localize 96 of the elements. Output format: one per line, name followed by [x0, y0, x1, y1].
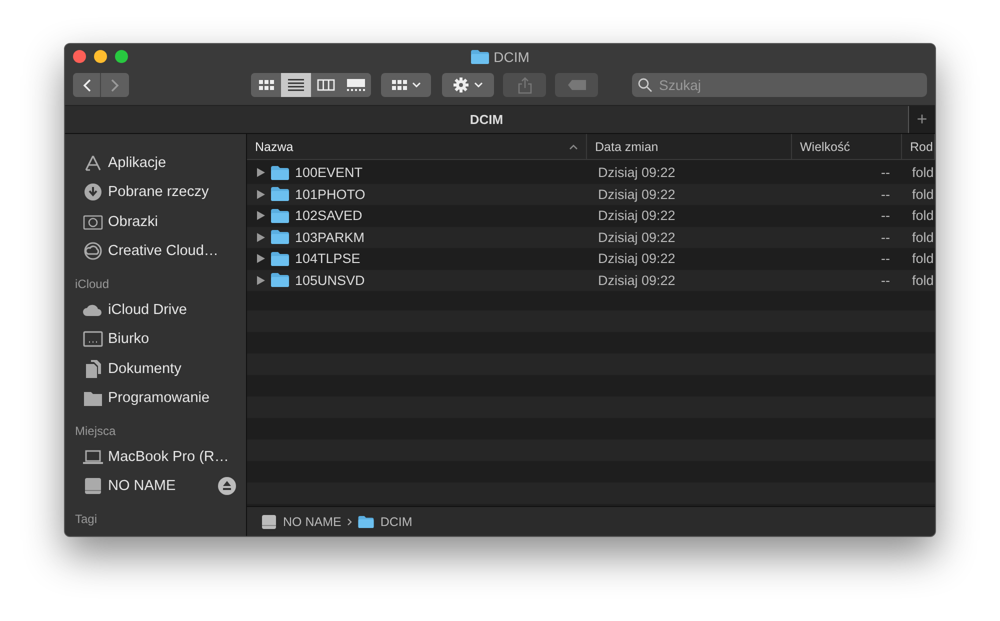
sidebar-item[interactable]: Creative Cloud… [108, 243, 218, 260]
icon-grid-icon [392, 80, 406, 90]
sidebar-item[interactable]: Biurko [108, 331, 150, 348]
tag-icon [568, 80, 586, 90]
chevron-left-icon [82, 78, 90, 92]
sidebar-section-title: iCloud [74, 276, 110, 293]
drive-icon [83, 477, 103, 496]
chevron-down-icon [474, 82, 483, 88]
sort-ascending-icon [569, 144, 578, 150]
sidebar-item[interactable]: Aplikacje [108, 154, 166, 171]
gallery-icon [347, 79, 365, 91]
sidebar-item[interactable]: Programowanie [108, 390, 210, 406]
size-cell-text: -- [880, 251, 891, 266]
search-input[interactable]: Szukaj [657, 76, 921, 94]
folder-icon [358, 516, 374, 528]
minimize-button[interactable] [94, 50, 107, 63]
file-name[interactable]: 103PARKM [295, 230, 365, 245]
sidebar-item[interactable]: Pobrane rzeczy [108, 184, 209, 200]
icon-grid-icon [258, 80, 274, 90]
close-button[interactable] [73, 50, 86, 63]
action-button[interactable] [442, 73, 494, 97]
sidebar-item[interactable]: Obrazki [108, 214, 158, 230]
file-name[interactable]: 102SAVED [295, 208, 362, 224]
date-cell-text: Dzisiaj 09:22 [597, 165, 676, 180]
size-cell-text: -- [880, 272, 891, 288]
file-name[interactable]: 104TLPSE [295, 251, 360, 266]
disclosure-triangle-icon[interactable] [257, 168, 265, 178]
date-cell-text: Dzisiaj 09:22 [597, 230, 676, 245]
gear-icon [453, 77, 469, 93]
folder-icon [470, 50, 489, 64]
file-name[interactable]: 100EVENT [295, 165, 363, 180]
kind-cell-text: fold [911, 165, 935, 180]
date-cell-text: Dzisiaj 09:22 [597, 186, 676, 202]
share-icon [518, 76, 532, 94]
creative-cloud-icon [83, 242, 103, 260]
file-name[interactable]: 101PHOTO [295, 186, 366, 202]
chevron-down-icon [412, 82, 420, 88]
kind-cell-text: fold [911, 272, 935, 288]
app-store-icon [83, 154, 103, 172]
download-icon [83, 183, 103, 202]
kind-cell-text: fold [911, 251, 935, 266]
list-icon [288, 79, 304, 91]
back-button[interactable] [73, 73, 101, 97]
view-mode-button[interactable] [311, 73, 341, 97]
folder-icon [271, 166, 289, 180]
path-item[interactable]: DCIM [380, 514, 412, 528]
folder-icon [271, 230, 289, 244]
documents-icon [83, 360, 103, 378]
sidebar-item[interactable]: iCloud Drive [108, 302, 187, 318]
sidebar-item[interactable]: MacBook Pro (R… [108, 448, 229, 465]
kind-cell-text: fold [911, 186, 935, 202]
date-cell-text: Dzisiaj 09:22 [597, 272, 676, 288]
path-item[interactable]: NO NAME [283, 514, 342, 528]
column-header[interactable]: Wielkość [792, 134, 902, 159]
disclosure-triangle-icon[interactable] [257, 211, 265, 220]
size-cell-text: -- [880, 208, 891, 224]
disclosure-triangle-icon[interactable] [257, 190, 265, 199]
folder-icon [271, 208, 289, 223]
folder-icon [83, 389, 103, 408]
sidebar-item[interactable]: Dokumenty [108, 360, 182, 377]
folder-icon [271, 187, 289, 202]
search-icon [638, 78, 652, 92]
laptop-icon [83, 448, 103, 466]
disclosure-triangle-icon[interactable] [257, 254, 265, 264]
sidebar-section-title: Miejsca [74, 423, 117, 440]
columns-icon [317, 79, 335, 91]
column-header[interactable]: Rod [902, 134, 935, 159]
chevron-right-icon [347, 518, 352, 526]
chevron-right-icon [111, 78, 119, 92]
new-tab-button[interactable]: + [908, 106, 935, 133]
kind-cell-text: fold [911, 230, 935, 245]
file-name[interactable]: 105UNSVD [295, 272, 365, 288]
zoom-button[interactable] [115, 50, 128, 63]
search-field[interactable]: Szukaj [632, 73, 927, 97]
size-cell-text: -- [880, 186, 891, 202]
folder-icon [271, 273, 289, 288]
folder-icon [271, 252, 289, 266]
group-button[interactable] [381, 73, 431, 97]
size-cell-text: -- [880, 165, 891, 180]
disclosure-triangle-icon[interactable] [257, 232, 265, 242]
disclosure-triangle-icon[interactable] [257, 276, 265, 285]
date-cell-text: Dzisiaj 09:22 [597, 208, 676, 224]
eject-icon[interactable] [218, 477, 236, 496]
kind-cell-text: fold [911, 208, 935, 224]
size-cell-text: -- [880, 230, 891, 245]
view-mode-button[interactable] [251, 73, 281, 97]
desktop-icon [83, 330, 103, 348]
view-mode-button[interactable] [341, 73, 371, 97]
window-title: DCIM [494, 49, 530, 65]
drive-icon [261, 514, 277, 530]
sidebar-section-title: Tagi [74, 511, 98, 528]
camera-icon [83, 212, 103, 231]
column-header[interactable]: Data zmian [587, 134, 792, 159]
sidebar-item[interactable]: NO NAME [108, 478, 176, 494]
date-cell-text: Dzisiaj 09:22 [597, 251, 676, 266]
view-mode-button[interactable] [281, 73, 311, 97]
